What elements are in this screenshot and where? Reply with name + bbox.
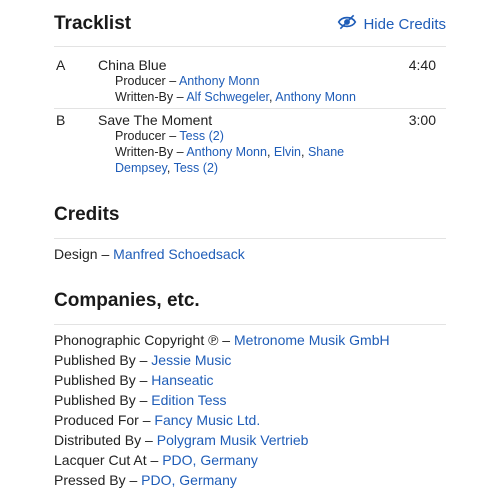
company-role: Phonographic Copyright ℗: [54, 332, 219, 348]
separator: –: [173, 90, 187, 104]
separator: –: [97, 246, 114, 262]
separator: –: [135, 372, 152, 388]
separator: –: [218, 332, 234, 348]
companies-heading: Companies, etc.: [54, 290, 200, 311]
company-link[interactable]: Polygram Musik Vertrieb: [157, 432, 309, 448]
company-line: Phonographic Copyright ℗ – Metronome Mus…: [54, 332, 390, 348]
artist-link[interactable]: Anthony Monn: [275, 90, 356, 104]
company-role: Lacquer Cut At: [54, 452, 147, 468]
track-credit: Producer – Tess (2): [115, 128, 224, 144]
artist-link[interactable]: Elvin: [274, 145, 301, 159]
separator: –: [135, 352, 152, 368]
track-position: A: [56, 57, 66, 73]
separator: –: [135, 392, 152, 408]
divider: [54, 238, 446, 239]
credit-line: Design – Manfred Schoedsack: [54, 246, 245, 262]
company-line: Pressed By – PDO, Germany: [54, 472, 237, 488]
track-duration: 3:00: [408, 112, 436, 128]
credit-role: Producer: [115, 129, 166, 143]
company-link[interactable]: PDO, Germany: [141, 472, 237, 488]
credits-heading: Credits: [54, 204, 120, 225]
track-title: China Blue: [98, 57, 167, 73]
company-role: Published By: [54, 392, 136, 408]
track-credit: Producer – Anthony Monn: [115, 73, 260, 89]
separator: –: [125, 472, 142, 488]
separator: –: [138, 412, 155, 428]
artist-link[interactable]: Alf Schwegeler: [186, 90, 269, 104]
eye-slash-icon: [337, 14, 357, 34]
company-line: Published By – Edition Tess: [54, 392, 227, 408]
artist-link[interactable]: Manfred Schoedsack: [113, 246, 245, 262]
divider: [54, 324, 446, 325]
company-role: Produced For: [54, 412, 139, 428]
divider: [54, 46, 446, 47]
track-title: Save The Moment: [98, 112, 213, 128]
company-link[interactable]: Jessie Music: [151, 352, 231, 368]
tracklist-header: Tracklist Hide Credits: [54, 12, 446, 36]
artist-link[interactable]: Anthony Monn: [179, 74, 260, 88]
credit-role: Design: [54, 246, 98, 262]
artist-link[interactable]: Tess (2): [174, 161, 218, 175]
artist-link[interactable]: Tess (2): [179, 129, 223, 143]
credits-section: Credits: [54, 204, 446, 226]
separator: –: [173, 145, 187, 159]
track-row: A China Blue 4:40 Producer – Anthony Mon…: [54, 57, 446, 107]
company-line: Lacquer Cut At – PDO, Germany: [54, 452, 258, 468]
divider: [54, 108, 446, 109]
track-position: B: [56, 112, 66, 128]
company-link[interactable]: Fancy Music Ltd.: [154, 412, 260, 428]
company-role: Published By: [54, 352, 136, 368]
company-role: Distributed By: [54, 432, 142, 448]
track-duration: 4:40: [408, 57, 436, 73]
track-credit: Written-By – Anthony Monn, Elvin, Shane …: [115, 145, 345, 175]
company-line: Published By – Jessie Music: [54, 352, 231, 368]
company-role: Pressed By: [54, 472, 126, 488]
company-link[interactable]: Edition Tess: [151, 392, 226, 408]
company-link[interactable]: PDO, Germany: [162, 452, 258, 468]
credit-role: Written-By: [115, 90, 174, 104]
track-row: B Save The Moment 3:00 Producer – Tess (…: [54, 112, 446, 178]
track-credit: Written-By – Alf Schwegeler, Anthony Mon…: [115, 90, 356, 104]
company-role: Published By: [54, 372, 136, 388]
separator: –: [146, 452, 163, 468]
separator: –: [165, 74, 179, 88]
hide-credits-label: Hide Credits: [363, 15, 446, 33]
separator: –: [165, 129, 180, 143]
company-link[interactable]: Metronome Musik GmbH: [234, 332, 390, 348]
company-line: Published By – Hanseatic: [54, 372, 214, 388]
tracklist-heading: Tracklist: [54, 13, 132, 34]
company-link[interactable]: Hanseatic: [151, 372, 213, 388]
credit-role: Written-By: [115, 145, 174, 159]
credit-role: Producer: [115, 74, 166, 88]
companies-section: Companies, etc.: [54, 290, 446, 312]
artist-link[interactable]: Anthony Monn: [186, 145, 267, 159]
company-line: Produced For – Fancy Music Ltd.: [54, 412, 260, 428]
company-line: Distributed By – Polygram Musik Vertrieb: [54, 432, 308, 448]
separator: –: [141, 432, 157, 448]
hide-credits-button[interactable]: Hide Credits: [337, 14, 446, 34]
